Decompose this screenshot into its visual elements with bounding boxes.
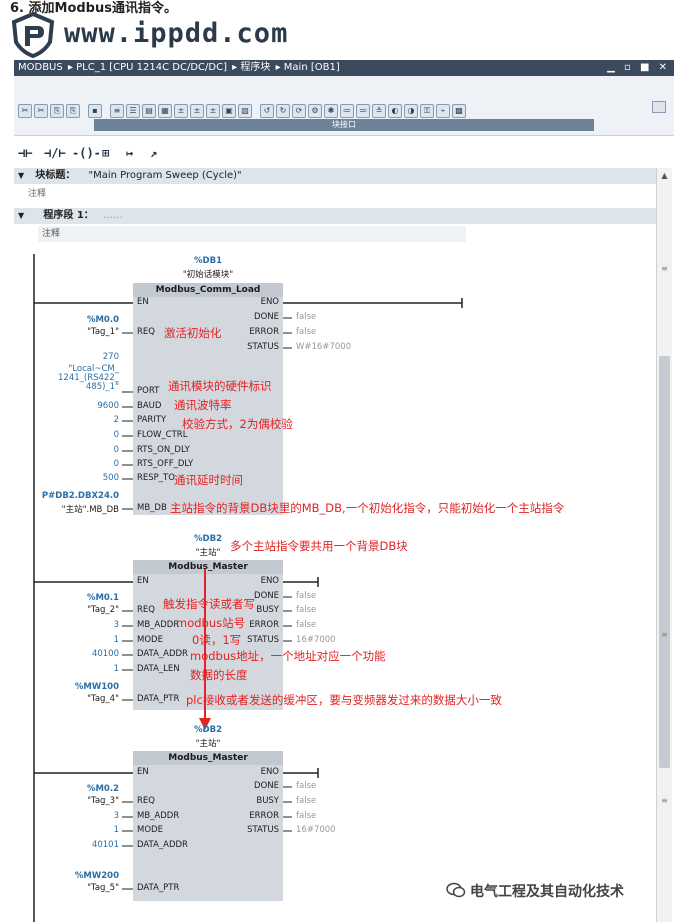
pin-req: REQ <box>137 327 155 337</box>
pin-done: DONE <box>254 312 279 322</box>
annotation-data-ptr: plc接收或者发送的缓冲区，要与变频器发过来的数据大小一致 <box>186 693 502 707</box>
annotation-station: modbus站号 <box>176 616 246 630</box>
annotation-mbdb: 主站指令的背景DB块里的MB_DB,一个初始化指令，只能初始化一个主站指令 <box>170 501 565 515</box>
output-value: false <box>296 591 317 601</box>
pin-value: 9600 <box>97 401 119 411</box>
pin-value: 3 <box>113 620 119 630</box>
pin-en: EN <box>137 576 149 586</box>
instance-db-address: %DB1 <box>194 256 222 266</box>
output-value: false <box>296 620 317 630</box>
instance-db-name: "主站" <box>195 739 221 749</box>
fb-title: Modbus_Master <box>168 753 248 763</box>
annotation-resp: 通讯延时时间 <box>174 473 243 487</box>
pin-eno: ENO <box>260 576 279 586</box>
pin-value: 1 <box>113 664 119 674</box>
pin-data-ptr: DATA_PTR <box>137 883 180 893</box>
pin-eno: ENO <box>260 767 279 777</box>
wechat-icon <box>446 882 466 898</box>
annotation-req2: 触发指令读或者写 <box>163 597 255 611</box>
annotation-baud: 通讯波特率 <box>174 398 232 412</box>
pin-rts-on-dly: RTS_ON_DLY <box>137 445 190 455</box>
instance-db-address: %DB2 <box>194 725 222 735</box>
operand-tag: "Tag_3" <box>87 796 119 806</box>
annotation-parity: 校验方式，2为偶校验 <box>182 417 293 431</box>
output-value: false <box>296 312 317 322</box>
annotation-data-addr: modbus地址，一个地址对应一个功能 <box>190 649 386 663</box>
output-value: 16#7000 <box>296 635 336 645</box>
pin-rts-off-dly: RTS_OFF_DLY <box>137 459 194 469</box>
operand-address: %M0.2 <box>86 784 119 794</box>
pin-value: 1 <box>113 825 119 835</box>
output-value: 16#7000 <box>296 825 336 835</box>
operand-address: P#DB2.DBX24.0 <box>41 491 119 501</box>
operand-tag: "Tag_5" <box>87 883 119 893</box>
pin-value: 270 <box>102 352 119 362</box>
operand-tag: "主站".MB_DB <box>61 505 119 515</box>
pin-value: 500 <box>102 473 119 483</box>
pin-value: 2 <box>113 415 119 425</box>
output-value: false <box>296 327 317 337</box>
pin-req: REQ <box>137 796 155 806</box>
pin-error: ERROR <box>249 327 279 337</box>
pin-value: 40100 <box>91 649 119 659</box>
pin-parity: PARITY <box>137 415 167 425</box>
operand-tag: "Tag_4" <box>87 694 119 704</box>
pin-value: 0 <box>113 459 119 469</box>
pin-status: STATUS <box>247 825 279 835</box>
pin-eno: ENO <box>260 297 279 307</box>
pin-status: STATUS <box>247 342 279 352</box>
output-value: false <box>296 781 317 791</box>
pin-mode: MODE <box>137 825 163 835</box>
annotation-mode: 0读，1写 <box>192 633 242 647</box>
pin-mb-db: MB_DB <box>137 503 167 513</box>
screenshot-root: 6. 添加Modbus通讯指令。 www.ippdd.com MODBUS ▸ … <box>0 0 688 922</box>
operand-tag-line: 485)_1" <box>85 382 119 392</box>
pin-value: 3 <box>113 811 119 821</box>
footer-account-name: 电气工程及其自动化技术 <box>470 884 624 900</box>
operand-address: %MW200 <box>74 871 119 881</box>
pin-value: 40101 <box>91 840 119 850</box>
pin-value: 1 <box>113 635 119 645</box>
output-value: false <box>296 811 317 821</box>
operand-tag: "Tag_1" <box>87 327 119 337</box>
fb-title: Modbus_Master <box>168 562 248 572</box>
pin-data-addr: DATA_ADDR <box>137 840 188 850</box>
output-value: false <box>296 796 317 806</box>
pin-mb-addr: MB_ADDR <box>137 620 180 630</box>
annotation-port: 通讯模块的硬件标识 <box>168 379 272 393</box>
operand-address: %M0.1 <box>86 593 119 603</box>
pin-data-ptr: DATA_PTR <box>137 694 180 704</box>
pin-done: DONE <box>254 781 279 791</box>
annotation-data-len: 数据的长度 <box>190 668 248 682</box>
annotation-req1: 激活初始化 <box>164 326 222 340</box>
pin-value: 0 <box>113 430 119 440</box>
pin-en: EN <box>137 767 149 777</box>
pin-data-addr: DATA_ADDR <box>137 649 188 659</box>
pin-value: 0 <box>113 445 119 455</box>
fb-title: Modbus_Comm_Load <box>155 285 261 295</box>
instance-db-name: "初始话模块" <box>182 270 234 280</box>
pin-busy: BUSY <box>256 796 279 806</box>
pin-en: EN <box>137 297 149 307</box>
pin-baud: BAUD <box>137 401 162 411</box>
pin-resp-to: RESP_TO <box>137 473 175 483</box>
operand-address: %M0.0 <box>86 315 119 325</box>
operand-tag: "Tag_2" <box>87 605 119 615</box>
annotation-shared-db: 多个主站指令要共用一个背景DB块 <box>230 539 408 553</box>
pin-req: REQ <box>137 605 155 615</box>
pin-port: PORT <box>137 386 160 396</box>
output-value: W#16#7000 <box>296 342 352 352</box>
pin-mb-addr: MB_ADDR <box>137 811 180 821</box>
pin-flow-ctrl: FLOW_CTRL <box>137 430 188 440</box>
pin-data-len: DATA_LEN <box>137 664 180 674</box>
pin-mode: MODE <box>137 635 163 645</box>
output-value: false <box>296 605 317 615</box>
operand-address: %MW100 <box>74 682 119 692</box>
pin-error: ERROR <box>249 811 279 821</box>
